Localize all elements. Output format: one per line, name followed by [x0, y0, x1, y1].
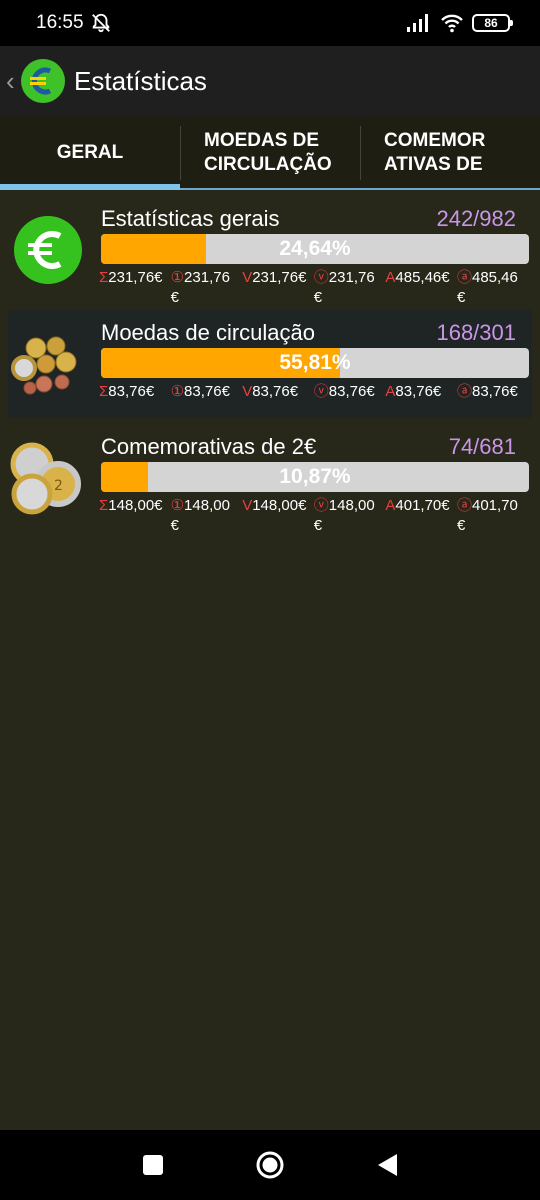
tab-underline: [180, 188, 360, 190]
value-list: Σ148,00€ ①148,00 € V148,00€ ⓥ148,00 € A4…: [99, 496, 529, 536]
battery-icon: 86: [472, 14, 513, 32]
progress-percent: 55,81%: [279, 351, 351, 374]
euro-circle-icon: [14, 216, 82, 284]
value-unit: ①231,76 €: [170, 269, 230, 306]
value-v: V83,76€: [242, 383, 299, 400]
circulation-coins-icon: [11, 336, 77, 395]
app-bar: ‹ Estatísticas: [0, 46, 540, 116]
value-total: Σ231,76€: [99, 269, 163, 286]
stats-list: Estatísticas gerais 242/982 24,64% Σ231,…: [0, 196, 540, 538]
back-triangle-icon[interactable]: [375, 1152, 399, 1178]
row-name: Moedas de circulação: [101, 320, 316, 345]
value-list: Σ231,76€ ①231,76 € V231,76€ ⓥ231,76 € A4…: [99, 268, 529, 308]
tab-bar: GERAL MOEDAS DE CIRCULAÇÃO COMEMOR ATIVA…: [0, 116, 540, 190]
stats-row-commemorative[interactable]: 2 Comemorativas de 2€ 74/681 10,87% Σ148…: [0, 424, 540, 534]
tab-moedas-circulacao[interactable]: MOEDAS DE CIRCULAÇÃO: [180, 116, 360, 190]
row-count: 242/982: [436, 206, 516, 231]
signal-icon: [407, 14, 428, 32]
progress-percent: 10,87%: [279, 465, 351, 488]
value-v: V148,00€: [242, 497, 307, 514]
svg-text:2: 2: [54, 478, 63, 494]
value-a: A401,70€: [385, 497, 450, 514]
tab-divider: [180, 126, 181, 180]
value-a-circled: ⓐ401,70 €: [456, 497, 518, 534]
recents-square-icon[interactable]: [141, 1153, 165, 1177]
value-unit: ①83,76€: [170, 383, 230, 400]
tab-label: COMEMOR ATIVAS DE: [384, 130, 486, 175]
value-unit: ①148,00 €: [170, 497, 230, 534]
stats-row-circulation[interactable]: Moedas de circulação 168/301 55,81% Σ83,…: [8, 310, 532, 418]
tab-comemorativas[interactable]: COMEMOR ATIVAS DE: [360, 116, 540, 190]
row-name: Estatísticas gerais: [101, 206, 280, 231]
value-a: A83,76€: [385, 383, 442, 400]
tab-indicator: [0, 184, 180, 190]
home-circle-icon[interactable]: [255, 1150, 285, 1180]
value-total: Σ148,00€: [99, 497, 163, 514]
status-bar: 16:55 86: [0, 0, 540, 46]
row-count: 74/681: [448, 434, 516, 459]
value-list: Σ83,76€ ①83,76€ V83,76€ ⓥ83,76€ A83,76€ …: [99, 382, 529, 402]
value-v-circled: ⓥ83,76€: [313, 383, 375, 400]
tab-label: GERAL: [56, 142, 124, 163]
muted-bell-icon: [91, 13, 110, 33]
wifi-icon: [441, 14, 463, 33]
value-a-circled: ⓐ83,76€: [456, 383, 518, 400]
tab-underline: [360, 188, 540, 190]
tab-label: MOEDAS DE CIRCULAÇÃO: [204, 130, 332, 175]
progress-bar: 55,81%: [101, 348, 529, 378]
status-time: 16:55: [36, 12, 84, 33]
back-chevron-icon[interactable]: ‹: [6, 66, 18, 97]
page-title: Estatísticas: [74, 65, 207, 96]
tab-divider: [360, 126, 361, 180]
progress-percent: 24,64%: [279, 237, 351, 260]
value-v-circled: ⓥ231,76 €: [313, 269, 375, 306]
progress-bar: 10,87%: [101, 462, 529, 492]
value-v-circled: ⓥ148,00 €: [313, 497, 375, 534]
value-total: Σ83,76€: [99, 383, 155, 400]
value-a-circled: ⓐ485,46 €: [456, 269, 518, 306]
row-count: 168/301: [436, 320, 516, 345]
system-nav-bar: [0, 1130, 540, 1200]
value-a: A485,46€: [385, 269, 450, 286]
value-v: V231,76€: [242, 269, 307, 286]
app-logo-euro-icon[interactable]: [20, 58, 66, 104]
tab-geral[interactable]: GERAL: [0, 116, 180, 190]
commemorative-coins-icon: 2: [10, 442, 81, 515]
battery-level: 86: [484, 16, 498, 30]
progress-bar: 24,64%: [101, 234, 529, 264]
row-name: Comemorativas de 2€: [101, 434, 317, 459]
stats-row-general[interactable]: Estatísticas gerais 242/982 24,64% Σ231,…: [0, 196, 540, 306]
